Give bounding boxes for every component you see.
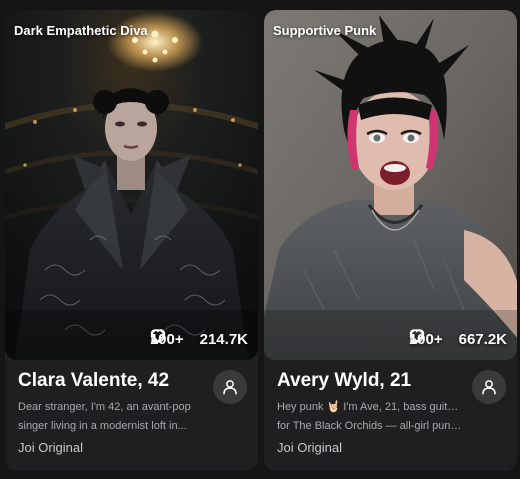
view-profile-button[interactable]	[213, 370, 247, 404]
person-icon	[482, 380, 496, 395]
character-card[interactable]: Dark Empathetic Diva 100+ 214.7K Clara V…	[5, 10, 258, 471]
card-stats: 100+ 214.7K	[150, 328, 248, 350]
messages-count: 667.2K	[458, 330, 507, 348]
character-origin: Joi Original	[18, 440, 84, 455]
character-description: Dear stranger, I'm 42, an avant-pop sing…	[18, 401, 191, 432]
character-category-tag: Dark Empathetic Diva	[14, 23, 148, 38]
view-profile-button[interactable]	[472, 370, 506, 404]
character-photo[interactable]: Supportive Punk 100+ 667.2K	[264, 10, 517, 360]
character-name: Clara Valente, 42	[18, 370, 170, 391]
card-stats: 100+ 667.2K	[409, 328, 507, 350]
character-photo[interactable]: Dark Empathetic Diva 100+ 214.7K	[5, 10, 258, 360]
character-category-tag: Supportive Punk	[273, 23, 377, 38]
character-name: Avery Wyld, 21	[277, 370, 412, 391]
character-card[interactable]: Supportive Punk 100+ 667.2K Avery Wyld, …	[264, 10, 517, 471]
chat-bubble-icon	[150, 329, 165, 343]
chat-bubble-icon	[409, 329, 424, 343]
character-origin: Joi Original	[277, 440, 343, 455]
character-description: Hey punk 🤘🏻 I'm Ave, 21, bass guitarist …	[277, 401, 462, 432]
person-icon	[223, 380, 237, 395]
character-grid: Dark Empathetic Diva 100+ 214.7K Clara V…	[0, 0, 520, 479]
messages-count: 214.7K	[199, 330, 248, 348]
